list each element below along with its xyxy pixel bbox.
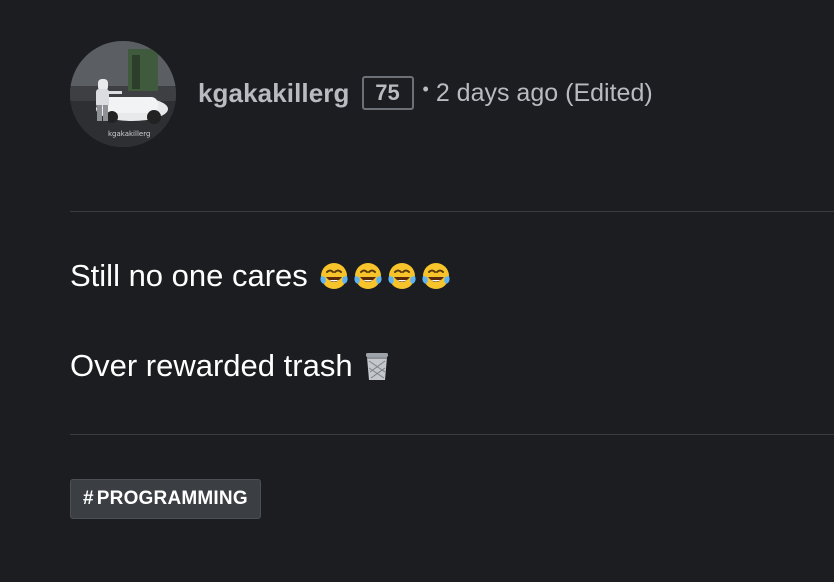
post-view: kgakakillerg kgakakillerg 75 • 2 days ag… [0, 0, 834, 582]
face-with-tears-of-joy-icon [422, 263, 450, 289]
post-body-line: Still no one cares [70, 258, 452, 294]
post-body-text: Still no one cares [70, 258, 308, 293]
emoji-group [318, 260, 452, 292]
svg-text:kgakakillerg: kgakakillerg [108, 130, 150, 138]
emoji-group [361, 350, 393, 382]
hash-icon: # [83, 488, 94, 509]
avatar[interactable]: kgakakillerg [70, 41, 176, 147]
edited-indicator: (Edited) [565, 78, 653, 107]
meta-separator: • [422, 78, 429, 99]
tag-label: PROGRAMMING [96, 488, 248, 509]
post-meta: kgakakillerg 75 • 2 days ago (Edited) [198, 76, 653, 110]
header-divider [70, 211, 834, 212]
wastebasket-icon [365, 353, 388, 380]
post-body-line: Over rewarded trash [70, 348, 393, 384]
face-with-tears-of-joy-icon [320, 263, 348, 289]
avatar-photo-icon: kgakakillerg [70, 41, 176, 147]
tag-programming[interactable]: # PROGRAMMING [70, 479, 261, 519]
username-link[interactable]: kgakakillerg [198, 78, 350, 109]
reputation-badge: 75 [361, 76, 414, 110]
body-divider [70, 434, 834, 435]
face-with-tears-of-joy-icon [388, 263, 416, 289]
post-body-text: Over rewarded trash [70, 348, 353, 383]
post-header: kgakakillerg kgakakillerg 75 • 2 days ag… [70, 40, 653, 148]
post-timestamp[interactable]: 2 days ago [436, 79, 558, 108]
face-with-tears-of-joy-icon [354, 263, 382, 289]
